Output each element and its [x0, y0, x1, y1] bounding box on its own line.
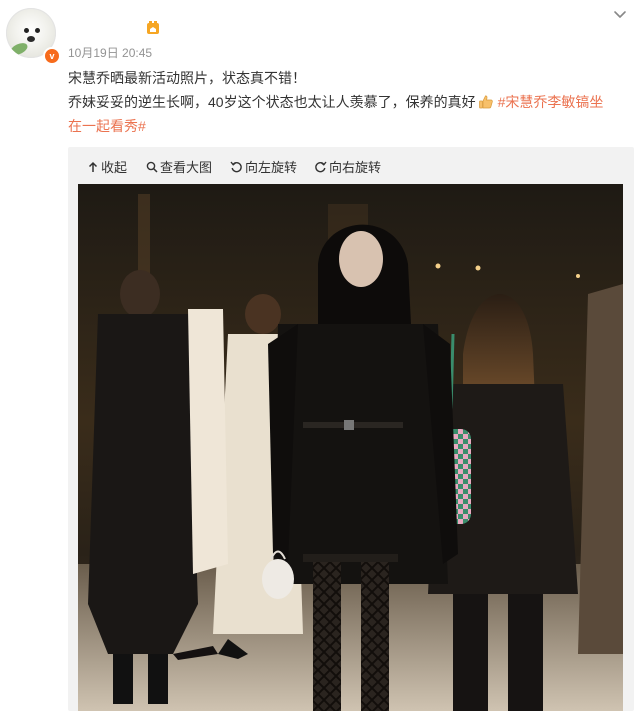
- magnifier-icon: [146, 161, 158, 173]
- rotate-right-icon: [315, 161, 327, 173]
- collapse-label: 收起: [101, 160, 128, 175]
- post-line-2: 乔妹妥妥的逆生长啊，40岁这个状态也太让人羡慕了，保养的真好 #宋慧乔李敏镐坐: [68, 90, 630, 114]
- photo-scene: [78, 184, 623, 711]
- username-area[interactable]: [68, 24, 138, 38]
- view-large-button[interactable]: 查看大图: [146, 157, 212, 176]
- hashtag-link-part1[interactable]: #宋慧乔李敏镐坐: [498, 94, 604, 110]
- collapse-button[interactable]: 收起: [87, 157, 127, 176]
- chevron-down-icon[interactable]: [612, 6, 628, 22]
- post-timestamp[interactable]: 10月19日 20:45: [68, 44, 152, 61]
- view-large-label: 查看大图: [160, 160, 213, 175]
- rotate-left-label: 向左旋转: [245, 160, 298, 175]
- rotate-right-label: 向右旋转: [329, 160, 382, 175]
- rotate-left-icon: [230, 161, 242, 173]
- thumbs-up-emoji-icon: [478, 95, 493, 109]
- post-line-1: 宋慧乔晒最新活动照片，状态真不错！: [68, 70, 306, 86]
- post-text: 宋慧乔晒最新活动照片，状态真不错！ 乔妹妥妥的逆生长啊，40岁这个状态也太让人羡…: [68, 66, 630, 138]
- avatar-nose: [27, 36, 35, 42]
- media-toolbar: 收起 查看大图 向左旋转 向右旋转: [68, 147, 634, 183]
- media-container: 收起 查看大图 向左旋转 向右旋转: [68, 147, 634, 711]
- verified-badge-icon: v: [43, 47, 61, 65]
- arrow-up-icon: [88, 161, 98, 172]
- avatar-eye-left: [24, 28, 29, 33]
- hashtag-link-part2[interactable]: 在一起看秀#: [68, 118, 146, 134]
- rotate-left-button[interactable]: 向左旋转: [230, 157, 297, 176]
- post-line-3: 在一起看秀#: [68, 114, 630, 138]
- avatar-leaf: [8, 40, 30, 58]
- post-line-2-text: 乔妹妥妥的逆生长啊，40岁这个状态也太让人羡慕了，保养的真好: [68, 94, 476, 110]
- rotate-right-button[interactable]: 向右旋转: [314, 157, 381, 176]
- avatar-eye-right: [35, 28, 40, 33]
- post-photo[interactable]: [78, 184, 623, 711]
- crown-icon: [147, 21, 159, 34]
